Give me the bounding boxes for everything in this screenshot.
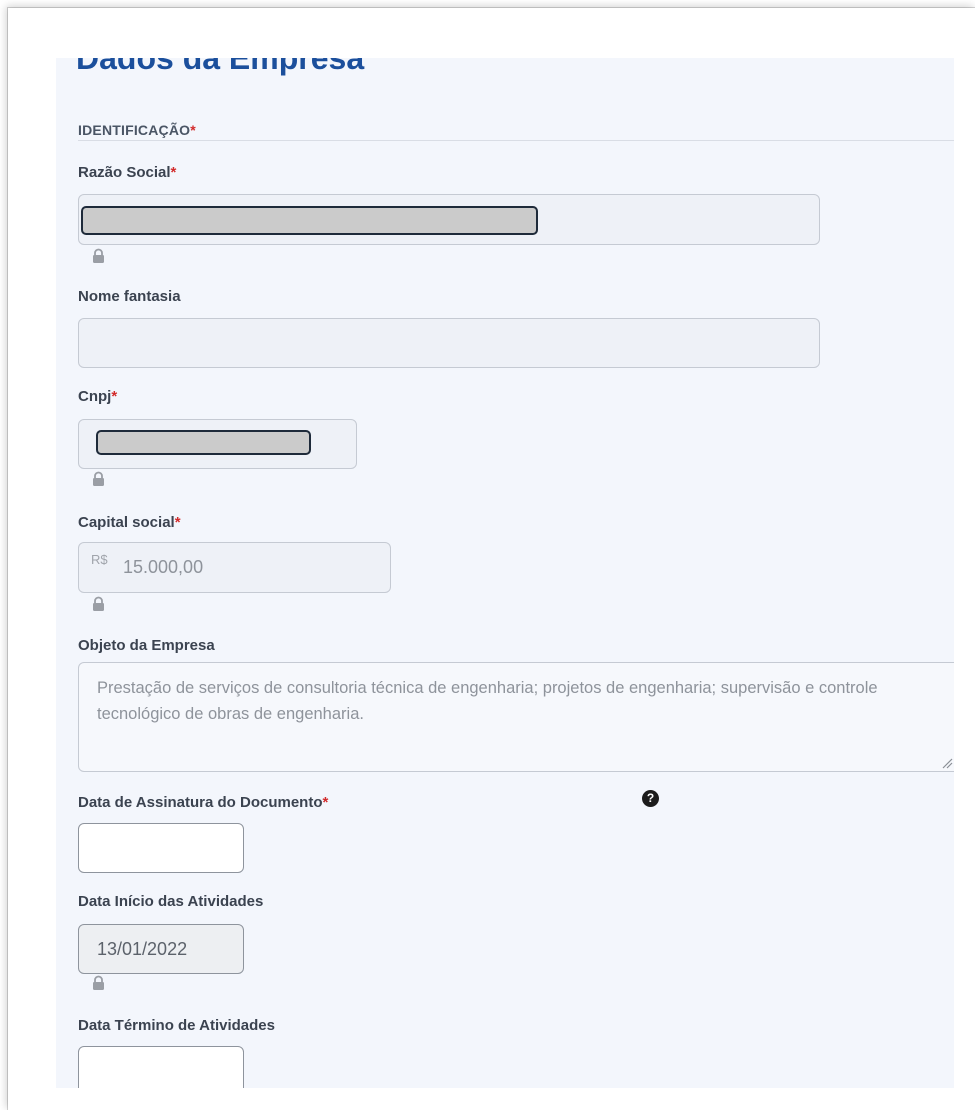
lock-icon <box>93 975 104 990</box>
objeto-empresa-label: Objeto da Empresa <box>78 637 215 654</box>
resize-handle-icon[interactable] <box>941 757 953 769</box>
required-mark: * <box>322 794 329 811</box>
cnpj-field[interactable] <box>78 419 357 469</box>
data-termino-input[interactable] <box>78 1046 244 1088</box>
lock-icon <box>93 248 104 263</box>
question-circle-icon[interactable]: ? <box>642 790 659 807</box>
cnpj-label: Cnpj* <box>78 388 118 405</box>
data-termino-label: Data Término de Atividades <box>78 1017 275 1034</box>
redacted-value <box>96 430 311 455</box>
data-inicio-field[interactable]: 13/01/2022 <box>78 924 244 974</box>
section-label: IDENTIFICAÇÃO <box>78 122 191 138</box>
lock-icon <box>93 596 104 611</box>
capital-social-field[interactable]: R$ 15.000,00 <box>78 542 391 593</box>
data-assinatura-label: Data de Assinatura do Documento* <box>78 794 329 811</box>
section-divider <box>78 140 954 141</box>
window-frame: Dados da Empresa IDENTIFICAÇÃO* Razão So… <box>8 8 975 1110</box>
nome-fantasia-label: Nome fantasia <box>78 288 181 305</box>
capital-social-label: Capital social* <box>78 514 181 531</box>
nome-fantasia-field[interactable] <box>78 318 820 368</box>
redacted-value <box>81 206 538 235</box>
objeto-empresa-value: Prestação de serviços de consultoria téc… <box>97 679 878 723</box>
capital-social-value: 15.000,00 <box>123 557 204 577</box>
required-mark: * <box>170 164 177 181</box>
required-mark: * <box>190 122 196 138</box>
data-inicio-label: Data Início das Atividades <box>78 893 264 910</box>
currency-prefix: R$ <box>91 552 108 567</box>
objeto-empresa-textarea[interactable]: Prestação de serviços de consultoria téc… <box>78 662 954 772</box>
razao-social-label: Razão Social* <box>78 164 177 181</box>
form-panel: Dados da Empresa IDENTIFICAÇÃO* Razão So… <box>56 58 954 1088</box>
page-title: Dados da Empresa <box>76 58 365 76</box>
required-mark: * <box>174 514 181 531</box>
required-mark: * <box>111 388 118 405</box>
razao-social-field[interactable] <box>78 194 820 245</box>
data-assinatura-input[interactable] <box>78 823 244 873</box>
data-inicio-value: 13/01/2022 <box>97 939 188 959</box>
section-identificacao: IDENTIFICAÇÃO* <box>78 122 196 138</box>
lock-icon <box>93 471 104 486</box>
